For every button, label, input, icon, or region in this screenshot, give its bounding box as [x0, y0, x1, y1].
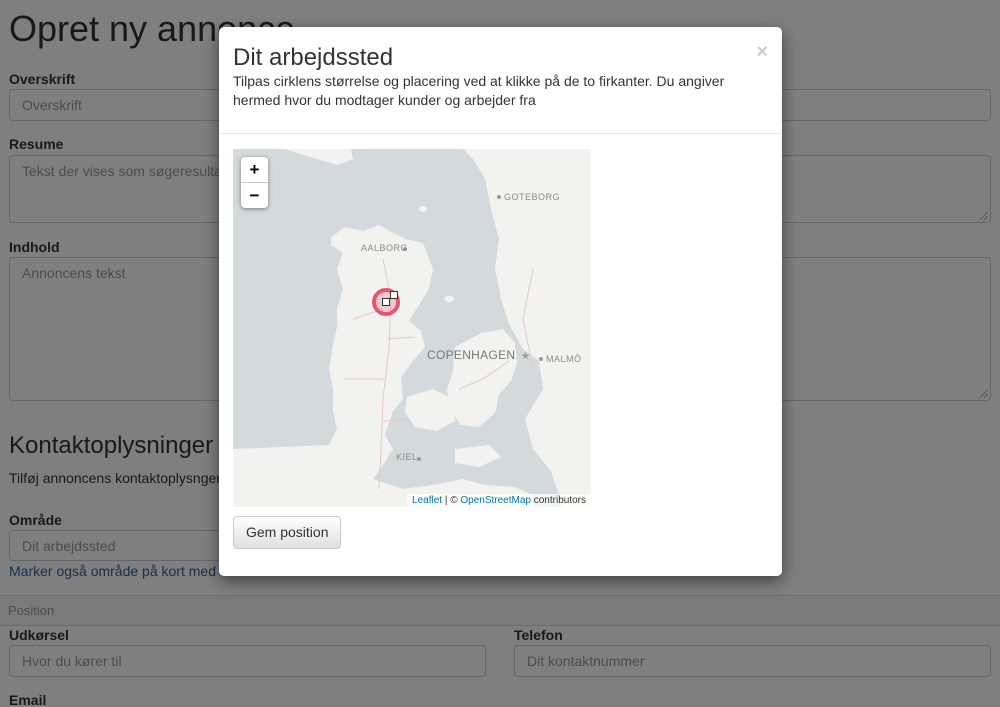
modal-description: Tilpas cirklens størrelse og placering v…: [233, 73, 725, 108]
city-label-kiel: KIEL: [396, 452, 418, 462]
workplace-modal: Dit arbejdssted × Tilpas cirklens større…: [219, 27, 782, 576]
save-position-button[interactable]: Gem position: [233, 516, 342, 549]
zoom-in-button[interactable]: +: [241, 157, 268, 183]
close-icon[interactable]: ×: [756, 42, 768, 62]
city-label-copenhagen: COPENHAGEN: [427, 348, 516, 362]
center-handle[interactable]: [382, 298, 390, 306]
city-label-goteborg: GOTEBORG: [504, 192, 561, 202]
attribution-contributors: contributors: [533, 495, 586, 506]
attribution-separator: | ©: [444, 495, 458, 506]
city-label-malmo: MALMÖ: [546, 354, 582, 364]
modal-title: Dit arbejdssted: [233, 44, 394, 71]
map-attribution: Leaflet | © OpenStreetMap contributors: [407, 494, 591, 507]
zoom-out-button[interactable]: −: [241, 183, 268, 208]
zoom-control: + −: [241, 157, 268, 208]
map-view[interactable]: ★ + − GOTEBORG AALBORG COPENHAGEN MALMÖ …: [233, 149, 591, 507]
leaflet-link[interactable]: Leaflet: [412, 495, 442, 506]
radius-handle[interactable]: [390, 291, 398, 299]
svg-text:★: ★: [521, 351, 530, 362]
openstreetmap-link[interactable]: OpenStreetMap: [460, 495, 531, 506]
city-label-aalborg: AALBORG: [361, 243, 409, 253]
modal-header: Dit arbejdssted × Tilpas cirklens større…: [219, 27, 782, 134]
